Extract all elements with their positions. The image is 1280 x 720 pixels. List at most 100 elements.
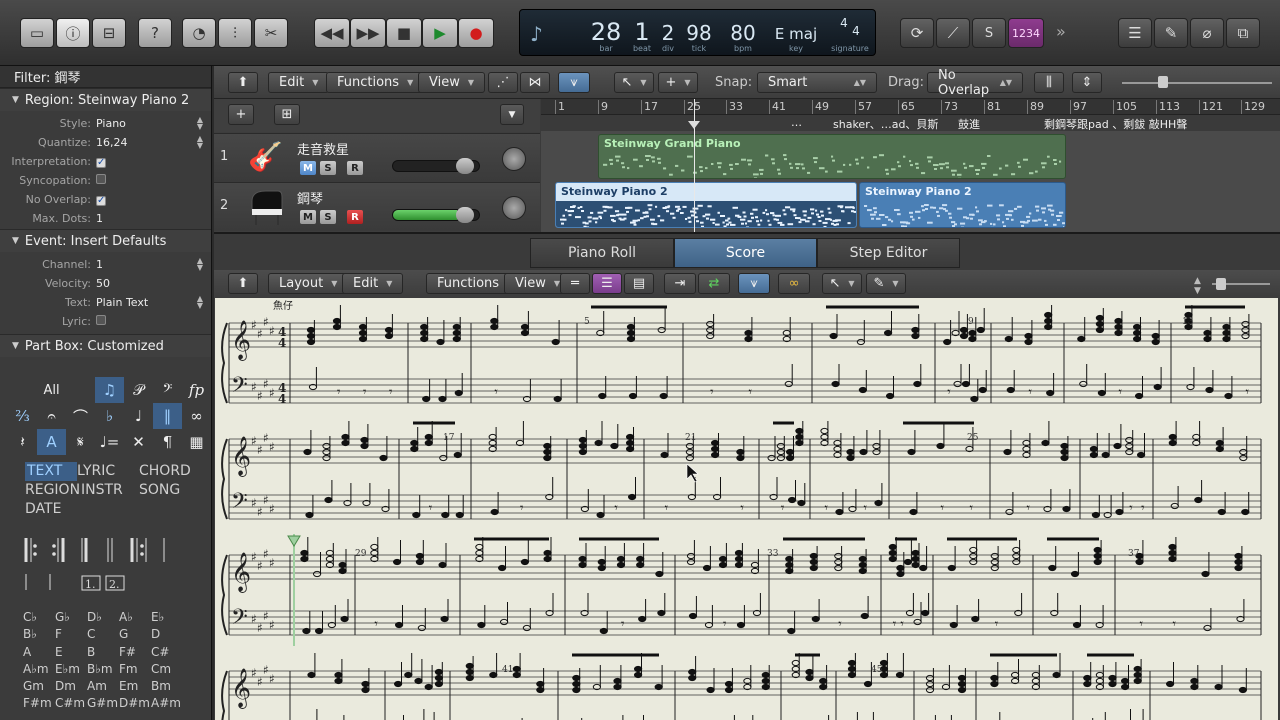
dynamics-icon[interactable]: fp [182, 377, 211, 403]
score-system[interactable]: 𝄞𝄢♯♯♯♯♯♯♯♯ 𝄾 𝄾 𝄾 𝄾 𝄾 𝄾 𝄾 𝄾 𝄾 [221, 537, 1262, 636]
up-arrow-icon[interactable]: ⬆ [228, 72, 258, 93]
token-instr[interactable]: INSTR [81, 481, 139, 500]
midi-out-icon[interactable]: ⇄ [698, 273, 730, 294]
interpretation-row[interactable]: Interpretation: ✓ [0, 152, 211, 171]
marker[interactable]: … [791, 116, 802, 129]
pointer-tool-icon[interactable]: ↖ ▼ [614, 72, 654, 93]
line-icon[interactable]: ✕ [124, 429, 153, 455]
midi-in-icon[interactable]: ⇥ [664, 273, 696, 294]
channel-row[interactable]: Channel: 1 ▲ ▼ [0, 255, 211, 274]
lcd-display[interactable]: ♪ 28 bar 1 beat 2 div 98 tick 80 bpm E m… [519, 9, 876, 56]
chord-symbol[interactable]: B♭m [87, 662, 119, 679]
time-sig-icon[interactable]: ⅔ [8, 403, 37, 429]
score-system[interactable]: 𝄞𝄢♯♯♯♯♯♯♯♯𝄾𝄾𝄾𝄾𝄾𝄾𝄾𝄾𝄾𝄾 [221, 653, 1262, 720]
syncopation-row[interactable]: Syncopation: [0, 171, 211, 190]
region-steinway-grand[interactable]: Steinway Grand Piano [598, 134, 1066, 179]
clef-icon[interactable]: 𝄢 [153, 377, 182, 403]
chord-symbol[interactable]: Dm [55, 679, 87, 696]
link-icon[interactable]: ∞ [778, 273, 810, 294]
vertical-zoom-icon[interactable]: ⇕ [1072, 72, 1102, 93]
chord-symbol[interactable]: F [55, 627, 87, 644]
chord-symbol[interactable]: Em [119, 679, 151, 696]
partbox-section-header[interactable]: ▼ Part Box: Customized [0, 334, 211, 357]
bar-ruler[interactable]: 1 9 17 25 33 41 49 57 65 73 81 89 97 105 113 121 129 [541, 99, 1280, 115]
chord-symbol[interactable]: D#m [119, 696, 151, 713]
inspector-icon[interactable]: ⓘ [56, 18, 90, 48]
disclosure-triangle-icon[interactable]: ▼ [12, 236, 19, 246]
score-edit-menu[interactable]: Edit ▼ [342, 273, 404, 294]
token-chord[interactable]: CHORD [139, 462, 191, 481]
pan-knob[interactable] [502, 147, 526, 171]
view-menu[interactable]: View ▼ [418, 72, 486, 93]
fermata-icon[interactable]: 𝄐 [37, 403, 66, 429]
marker[interactable]: 鼓進 [958, 116, 980, 132]
volume-fader-knob[interactable] [456, 207, 474, 223]
syncopation-checkbox[interactable] [96, 174, 106, 184]
track-row-1[interactable]: 1 🎸 走音救星 M S R [214, 133, 540, 182]
chord-symbol[interactable]: G#m [87, 696, 119, 713]
tempo-icon[interactable]: ♩= [95, 429, 124, 455]
updown-icon[interactable]: ▲ ▼ [197, 295, 203, 310]
score-pointer-tool-icon[interactable]: ↖ ▼ [822, 273, 862, 294]
chord-symbol[interactable]: E [55, 645, 87, 662]
updown-icon[interactable]: ▲ ▼ [197, 135, 203, 150]
lyric-checkbox[interactable] [96, 315, 106, 325]
chord-symbol[interactable]: A#m [151, 696, 183, 713]
more-icon[interactable]: » [1056, 22, 1066, 41]
tab-score[interactable]: Score [674, 238, 817, 268]
chord-symbol[interactable]: G♭ [55, 610, 87, 627]
score-sheet[interactable]: 𝄞 𝄢 ♯ ♯ ♯ ♯ ♯ ♯ ♯ ♯ 4 4 4 4 𝄾 𝄾 𝄾 𝄾 𝄾 𝄾 𝄾 𝄾 𝄾 𝄾 𝄞 𝄢 ♯ ♯ ♯ ♯ ♯ ♯ ♯ ♯ 𝄾 𝄾 𝄾 𝄾 𝄾 𝄾… [215, 298, 1278, 720]
linear-view-icon[interactable]: ═ [560, 273, 590, 294]
tab-step-editor[interactable]: Step Editor [817, 238, 960, 268]
chord-symbol[interactable]: Fm [119, 662, 151, 679]
text-icon[interactable]: A [37, 429, 66, 455]
chord-symbol[interactable]: E♭m [55, 662, 87, 679]
updown-icon[interactable]: ▲ ▼ [197, 257, 203, 272]
interpretation-checkbox[interactable]: ✓ [96, 158, 106, 168]
velocity-row[interactable]: Velocity: 50 [0, 274, 211, 293]
note-group-icon[interactable]: ♫ [95, 377, 124, 403]
chord-symbol[interactable]: D♭ [87, 610, 119, 627]
toolbar-toggle-icon[interactable]: ⊟ [92, 18, 126, 48]
library-icon[interactable]: ▭ [20, 18, 54, 48]
chord-symbol[interactable]: A♭ [119, 610, 151, 627]
chord-symbol[interactable]: A♭m [23, 662, 55, 679]
marker-lane[interactable]: … shaker、…ad、貝斯 鼓進 剩鋼琴跟pad 、剩鈸 敲HH聲 [541, 115, 1280, 131]
count-in-button[interactable]: 1234 [1008, 18, 1044, 48]
flex-icon[interactable]: ⋈ [520, 72, 550, 93]
catch-playhead-icon[interactable]: ⩛ [558, 72, 590, 93]
score-pencil-tool-icon[interactable]: ✎ ▼ [866, 273, 906, 294]
updown-icon[interactable]: ▲ ▼ [197, 116, 203, 131]
no-overlap-checkbox[interactable]: ✓ [96, 196, 106, 206]
snap-select[interactable]: Smart ▲▼ [757, 72, 877, 93]
region-steinway-piano-2[interactable]: Steinway Piano 2 [859, 182, 1066, 228]
token-text[interactable]: TEXT [25, 462, 77, 481]
pedal-icon[interactable]: 𝒫 [124, 377, 153, 403]
chord-grid-icon[interactable]: ▦ [182, 429, 211, 455]
forward-button[interactable]: ▶▶ [350, 18, 386, 48]
score-zoom-knob[interactable] [1216, 278, 1226, 290]
note-icon[interactable]: ♩ [124, 403, 153, 429]
token-date[interactable]: DATE [25, 501, 61, 517]
lyric-row[interactable]: Lyric: [0, 312, 211, 331]
layout-menu[interactable]: Layout ▼ [268, 273, 349, 294]
region-style-row[interactable]: Style: Piano ▲ ▼ [0, 114, 211, 133]
playhead-handle-icon[interactable] [688, 121, 700, 129]
pencil-tool-icon[interactable]: + ▼ [658, 72, 698, 93]
notepad-icon[interactable]: ✎ [1154, 18, 1188, 48]
zoom-updown-icon[interactable]: ▲ ▼ [1194, 276, 1201, 296]
volume-fader-knob[interactable] [456, 158, 474, 174]
notation[interactable]: 𝄞𝄢♯♯♯♯♯♯♯♯4444 𝄾 𝄾 𝄾 𝄾 𝄾 𝄾 𝄾 𝄾 𝄾 𝄾 𝄞𝄢♯♯♯♯♯♯♯♯ 𝄾 𝄾 𝄾 𝄾 𝄾 𝄾… [215, 298, 1278, 720]
chord-symbol[interactable]: C♭ [23, 610, 55, 627]
record-enable-button[interactable]: R [347, 210, 363, 224]
barline-icon[interactable]: ‖ [153, 403, 182, 429]
chord-symbol[interactable]: Bm [151, 679, 183, 696]
chord-symbol[interactable]: F# [119, 645, 151, 662]
mute-button[interactable]: M [300, 210, 316, 224]
score-system[interactable]: 𝄞𝄢♯♯♯♯♯♯♯♯4444 𝄾 𝄾 𝄾 𝄾 𝄾 𝄾 𝄾 𝄾 𝄾 𝄾 [221, 305, 1262, 406]
chord-symbol[interactable]: B [87, 645, 119, 662]
zoom-slider[interactable] [1122, 82, 1272, 84]
ornament-icon[interactable]: ∞ [182, 403, 211, 429]
event-section-header[interactable]: ▼ Event: Insert Defaults [0, 229, 211, 252]
score-playhead-handle-icon[interactable] [287, 535, 301, 547]
